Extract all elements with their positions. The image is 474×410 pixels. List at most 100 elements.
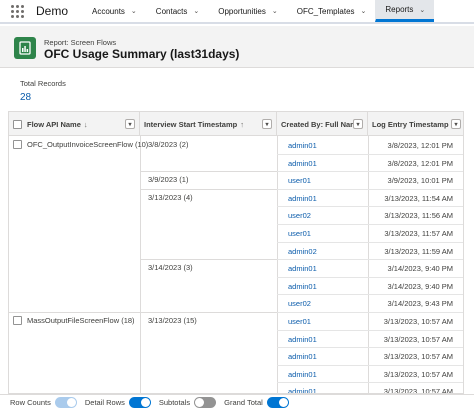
chevron-down-icon[interactable]: ⌄: [131, 7, 137, 15]
column-header-flow-api-name[interactable]: Flow API Name ↓ ▾: [9, 112, 140, 136]
interview-start-group: 3/14/2023 (3): [148, 263, 193, 273]
column-header-interview-start[interactable]: Interview Start Timestamp ↑ ▾: [140, 112, 277, 136]
chevron-down-icon[interactable]: ⌄: [361, 7, 367, 15]
log-entry-timestamp: 3/8/2023, 12:01 PM: [387, 158, 453, 168]
report-header: Report: Screen Flows OFC Usage Summary (…: [0, 26, 474, 68]
log-entry-timestamp: 3/13/2023, 10:57 AM: [383, 334, 453, 344]
tab-label: OFC_Templates: [296, 6, 355, 16]
report-type-label: Report: Screen Flows: [44, 38, 117, 47]
chevron-down-icon[interactable]: ⌄: [419, 6, 425, 14]
chevron-down-icon[interactable]: ▾: [262, 119, 272, 129]
row-counts-toggle[interactable]: [54, 397, 77, 408]
column-header-log-entry[interactable]: Log Entry Timestamp ▾: [368, 112, 463, 136]
created-by-link[interactable]: user01: [288, 317, 311, 326]
row-counts-control: Row Counts: [10, 397, 77, 408]
row-checkbox[interactable]: [13, 316, 22, 325]
column-label: Created By: Full Name: [281, 119, 362, 129]
log-entry-timestamp: 3/9/2023, 10:01 PM: [387, 176, 453, 186]
created-by-link[interactable]: user02: [288, 299, 311, 308]
report-icon: [14, 37, 36, 59]
interview-start-group: 3/8/2023 (2): [148, 140, 189, 149]
subtotals-label: Subtotals: [158, 398, 191, 407]
row-divider: [277, 382, 463, 384]
tab-ofc-templates[interactable]: OFC_Templates ⌄: [287, 0, 376, 22]
log-entry-timestamp: 3/13/2023, 11:56 AM: [384, 211, 453, 221]
column-divider: [140, 136, 141, 393]
created-by-link[interactable]: admin01: [288, 370, 317, 379]
tab-accounts[interactable]: Accounts ⌄: [82, 0, 146, 22]
total-records-label: Total Records: [20, 79, 66, 88]
subtotals-toggle[interactable]: [194, 397, 217, 408]
row-divider: [277, 294, 463, 296]
log-entry-timestamp: 3/13/2023, 10:57 AM: [383, 317, 453, 326]
column-label: Flow API Name: [27, 119, 81, 129]
page-title: OFC Usage Summary (last31days): [44, 47, 240, 61]
sort-descending-icon: ↓: [83, 119, 88, 129]
created-by-link[interactable]: admin02: [288, 247, 317, 256]
column-header-created-by[interactable]: Created By: Full Name ▾: [277, 112, 368, 136]
interview-start-group: 3/13/2023 (15): [148, 316, 197, 325]
tab-label: Accounts: [92, 6, 125, 16]
chevron-down-icon[interactable]: ⌄: [272, 7, 278, 15]
log-entry-timestamp: 3/14/2023, 9:40 PM: [387, 264, 453, 274]
log-entry-timestamp: 3/13/2023, 10:57 AM: [383, 387, 453, 394]
row-divider: [277, 224, 463, 225]
flow-api-name: MassOutputFileScreenFlow (18): [27, 316, 135, 325]
chevron-down-icon[interactable]: ⌄: [193, 7, 199, 15]
tab-opportunities[interactable]: Opportunities ⌄: [208, 0, 286, 22]
report-totals: Total Records 28: [0, 69, 474, 110]
row-divider: [277, 329, 463, 331]
log-entry-timestamp: 3/13/2023, 11:59 AM: [384, 246, 453, 256]
row-divider: [277, 312, 463, 313]
created-by-link[interactable]: admin01: [288, 194, 317, 203]
created-by-link[interactable]: admin01: [288, 387, 317, 393]
table-header: Flow API Name ↓ ▾ Interview Start Timest…: [9, 112, 463, 136]
flow-group-cell: MassOutputFileScreenFlow (18): [13, 316, 138, 325]
row-divider: [277, 347, 463, 349]
log-entry-timestamp: 3/13/2023, 11:54 AM: [384, 193, 453, 203]
log-entry-timestamp: 3/13/2023, 10:57 AM: [383, 352, 453, 362]
global-nav: Demo Accounts ⌄ Contacts ⌄ Opportunities…: [0, 0, 474, 24]
chevron-down-icon[interactable]: ▾: [353, 119, 363, 129]
grand-total-toggle[interactable]: [266, 397, 289, 408]
app-launcher-icon[interactable]: [0, 0, 34, 22]
created-by-link[interactable]: user01: [288, 176, 311, 185]
chevron-down-icon[interactable]: ▾: [451, 119, 461, 129]
log-entry-timestamp: 3/14/2023, 9:40 PM: [387, 281, 453, 291]
row-divider: [277, 276, 463, 278]
created-by-link[interactable]: admin01: [288, 264, 317, 273]
detail-rows-label: Detail Rows: [84, 398, 125, 407]
row-divider: [277, 188, 463, 190]
created-by-link[interactable]: admin01: [288, 159, 317, 168]
tab-label: Reports: [385, 5, 414, 14]
tab-reports[interactable]: Reports ⌄: [375, 0, 435, 22]
row-divider: [277, 259, 463, 261]
flow-group-cell: OFC_OutputInvoiceScreenFlow (10): [13, 140, 148, 149]
created-by-link[interactable]: admin01: [288, 335, 317, 344]
interview-start-group: 3/13/2023 (4): [148, 192, 193, 202]
detail-rows-toggle[interactable]: [128, 397, 151, 408]
created-by-link[interactable]: admin01: [288, 141, 317, 150]
row-checkbox[interactable]: [13, 140, 22, 149]
row-divider: [277, 206, 463, 208]
row-divider: [277, 171, 463, 173]
grand-total-control: Grand Total: [224, 397, 289, 408]
log-entry-timestamp: 3/14/2023, 9:43 PM: [387, 299, 453, 309]
created-by-link[interactable]: admin01: [288, 352, 317, 361]
detail-rows-control: Detail Rows: [85, 397, 151, 408]
created-by-link[interactable]: user02: [288, 211, 311, 220]
row-counts-label: Row Counts: [10, 398, 51, 407]
select-all-checkbox[interactable]: [13, 119, 22, 129]
column-label: Interview Start Timestamp: [144, 119, 238, 129]
tab-label: Contacts: [155, 6, 188, 16]
sort-ascending-icon: ↑: [240, 119, 244, 129]
flow-api-name: OFC_OutputInvoiceScreenFlow (10): [27, 140, 149, 149]
tab-contacts[interactable]: Contacts ⌄: [146, 0, 208, 22]
chevron-down-icon[interactable]: ▾: [125, 119, 135, 129]
app-name: Demo: [36, 4, 69, 18]
total-records-value: 28: [20, 92, 32, 103]
log-entry-timestamp: 3/13/2023, 10:57 AM: [383, 369, 453, 379]
created-by-link[interactable]: admin01: [288, 282, 317, 291]
log-entry-timestamp: 3/13/2023, 11:57 AM: [384, 229, 453, 238]
created-by-link[interactable]: user01: [288, 229, 311, 238]
